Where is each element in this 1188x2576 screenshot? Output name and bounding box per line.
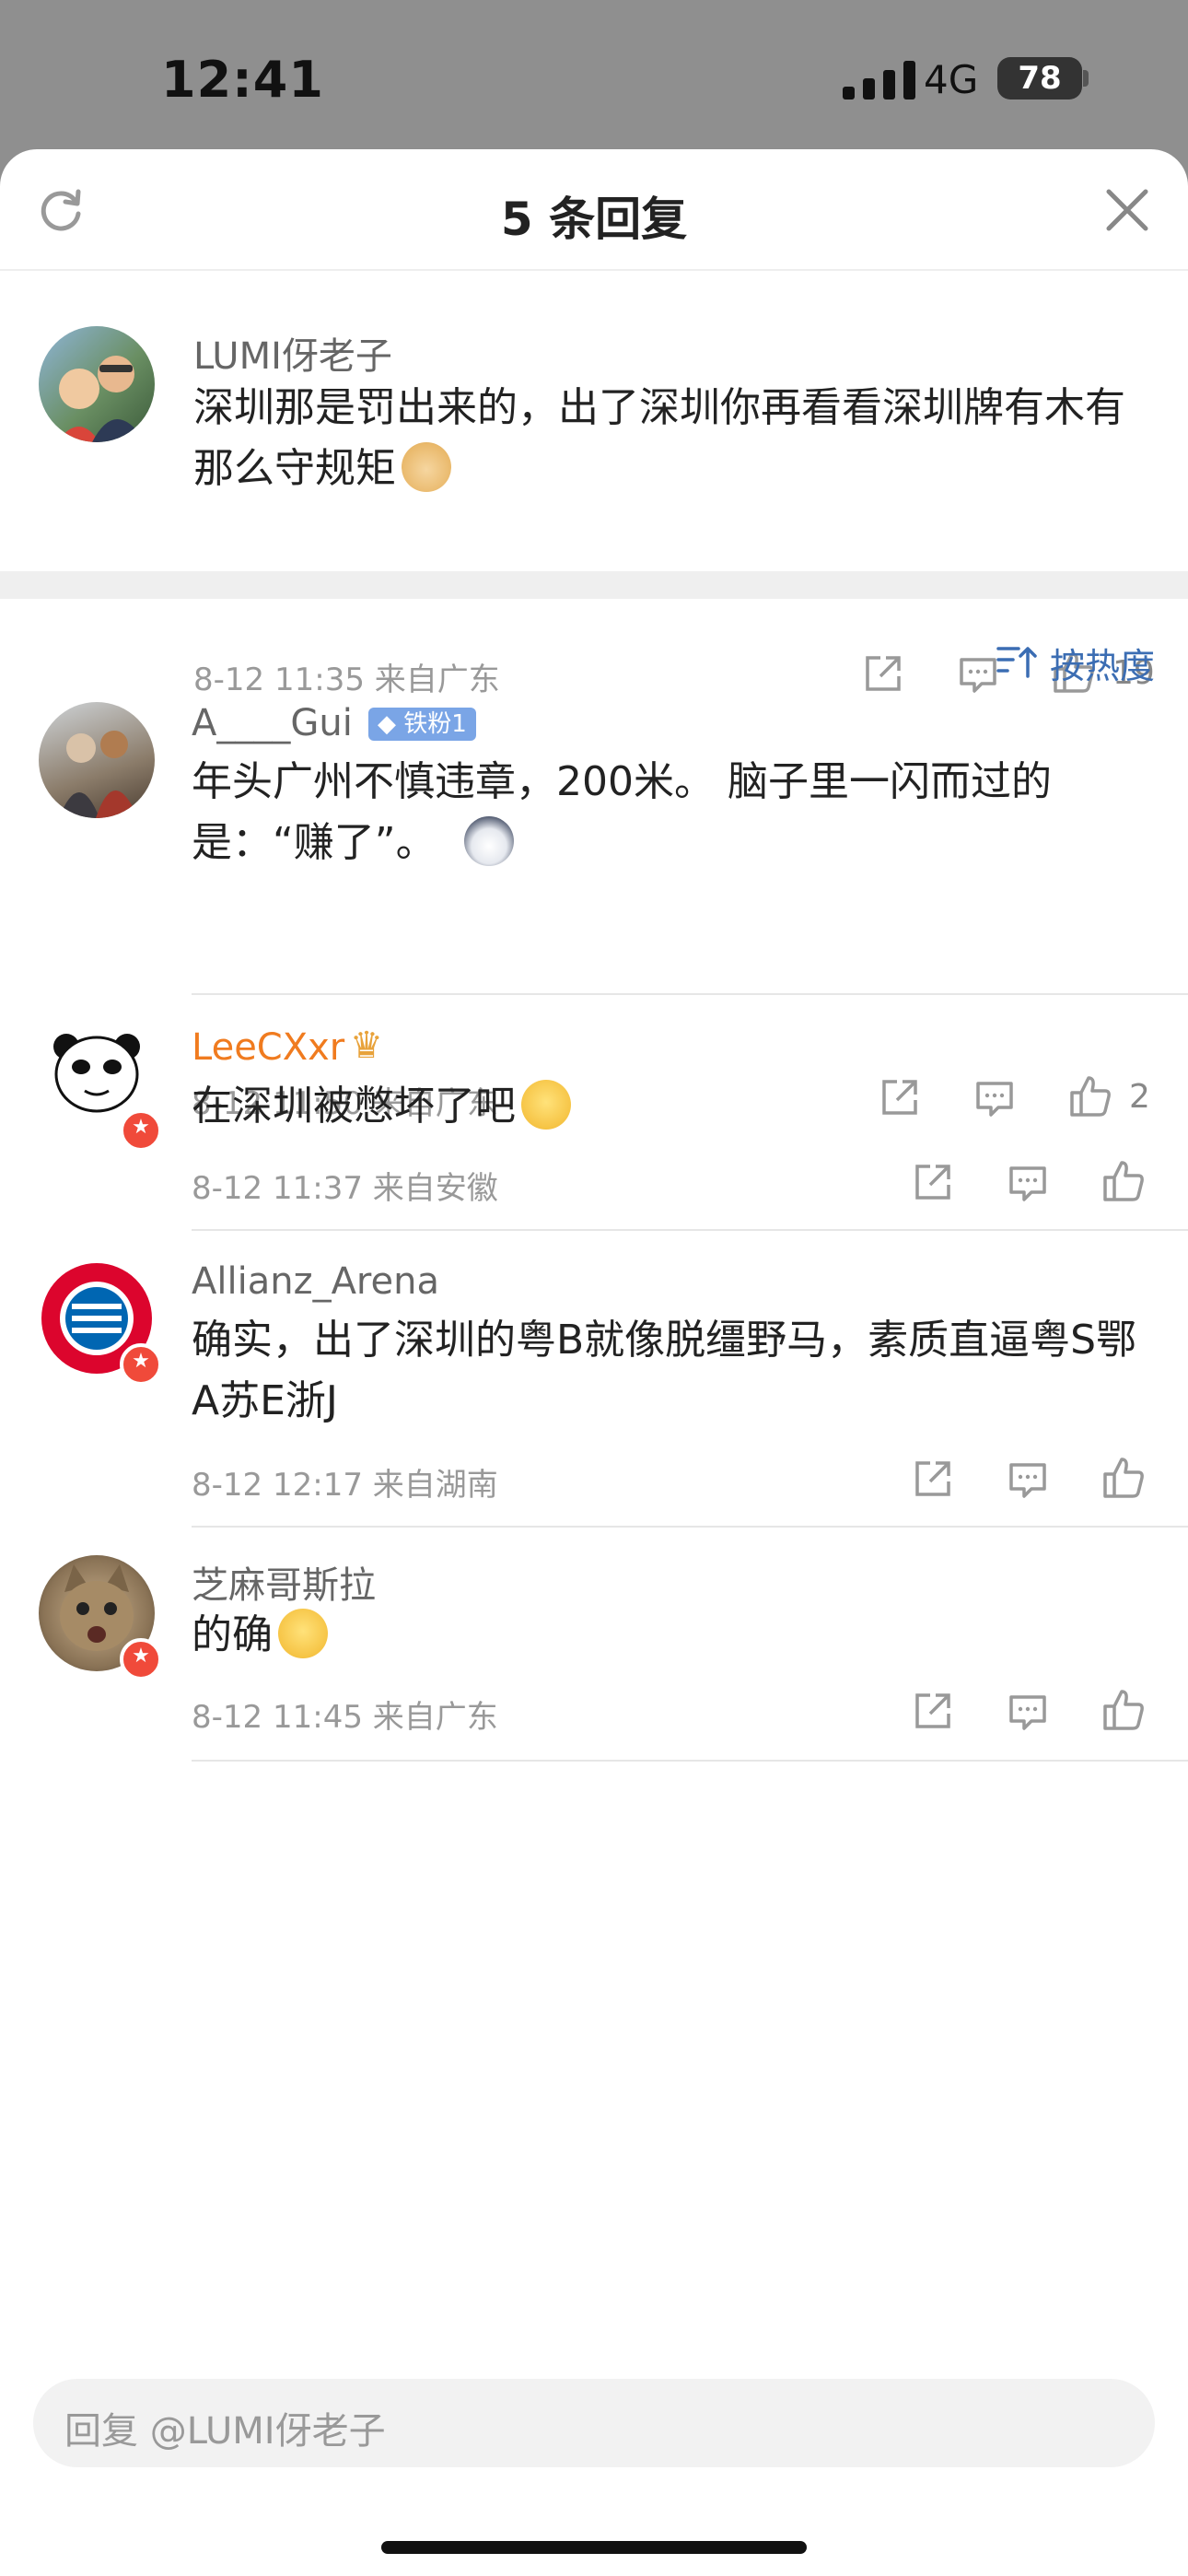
reply-item: LeeCXxr ♛ 在深圳被憋坏了吧 8-12 11:37 来自安徽 — [0, 995, 1188, 1230]
reply-content: 年头广州不慎违章，200米。 脑子里一闪而过的是：“赚了”。 — [192, 752, 1112, 873]
reply-username[interactable]: LeeCXxr — [192, 1026, 344, 1069]
share-icon[interactable] — [910, 1458, 954, 1502]
battery-cap — [1083, 70, 1089, 87]
comment-icon[interactable] — [1006, 1690, 1050, 1734]
crown-icon: ♛ — [350, 1025, 383, 1067]
sheet-header: 5 条回复 — [0, 149, 1188, 271]
like-icon[interactable] — [1101, 1456, 1146, 1500]
reply-content: 确实，出了深圳的粤B就像脱缰野马，素质直逼粤S鄂A苏E浙J — [192, 1317, 1137, 1424]
cellular-signal-icon — [843, 61, 915, 100]
comment-username[interactable]: LUMI伢老子 — [193, 326, 392, 380]
diamond-icon: ◆ — [378, 710, 396, 738]
reply-item: Allianz_Arena 确实，出了深圳的粤B就像脱缰野马，素质直逼粤S鄂A苏… — [0, 1231, 1188, 1526]
replies-sheet: 5 条回复 LUMI伢老子 深圳那是罚出来的，出了深圳你再看看深圳牌有木有那么守… — [0, 149, 1188, 2576]
reply-meta: 8-12 11:37 来自安徽 — [192, 1170, 498, 1207]
comment-content: 深圳那是罚出来的，出了深圳你再看看深圳牌有木有那么守规矩 — [193, 378, 1160, 499]
verified-badge-icon — [120, 1638, 162, 1680]
fan-level-badge: ◆ 铁粉1 — [368, 708, 476, 741]
like-icon[interactable] — [1101, 1159, 1146, 1203]
crying-laughing-emoji-icon — [278, 1609, 328, 1658]
reply-username[interactable]: A____Gui — [192, 702, 353, 744]
status-time: 12:41 — [161, 51, 324, 109]
avatar[interactable] — [39, 702, 155, 818]
reply-text: 在深圳被憋坏了吧 — [192, 1083, 516, 1130]
comment-icon[interactable] — [956, 652, 1000, 697]
reply-text: 的确 — [192, 1611, 273, 1658]
reply-content: 在深圳被憋坏了吧 — [192, 1076, 1159, 1137]
reply-username[interactable]: 芝麻哥斯拉 — [192, 1555, 376, 1609]
reply-text: 年头广州不慎违章，200米。 脑子里一闪而过的是：“赚了”。 — [192, 758, 1052, 866]
sheet-title: 5 条回复 — [500, 193, 688, 246]
avatar[interactable] — [39, 326, 155, 442]
fan-badge-text: 铁粉1 — [403, 710, 467, 738]
reply-content: 的确 — [192, 1605, 1159, 1666]
like-icon[interactable] — [1101, 1688, 1146, 1732]
comment-icon[interactable] — [1006, 1458, 1050, 1502]
battery-level: 78 — [1018, 60, 1062, 97]
husky-emoji-icon — [463, 816, 514, 866]
battery-icon: 78 — [997, 57, 1082, 100]
reply-item: 芝麻哥斯拉 的确 8-12 11:45 来自广东 — [0, 1528, 1188, 1763]
reply-username[interactable]: Allianz_Arena — [192, 1260, 439, 1303]
verified-badge-icon — [120, 1343, 162, 1386]
comment-meta: 8-12 11:35 来自广东 — [193, 662, 500, 698]
reply-input-placeholder: 回复 @LUMI伢老子 — [64, 2410, 386, 2453]
sort-icon — [996, 647, 1037, 678]
reply-meta: 8-12 12:17 来自湖南 — [192, 1467, 498, 1504]
network-type: 4G — [924, 57, 979, 102]
verified-badge-icon — [120, 1109, 162, 1152]
doge-emoji-icon — [402, 442, 451, 492]
divider — [192, 1760, 1188, 1762]
status-bar: 12:41 4G 78 — [0, 0, 1188, 152]
share-icon[interactable] — [910, 1690, 954, 1734]
avatar-photo — [59, 731, 138, 818]
share-icon[interactable] — [860, 652, 904, 697]
sort-label: 按热度 — [1050, 646, 1156, 686]
share-icon[interactable] — [910, 1161, 954, 1205]
section-gap — [0, 571, 1188, 599]
avatar-photo — [57, 356, 146, 442]
reply-input[interactable]: 回复 @LUMI伢老子 — [33, 2379, 1155, 2467]
comment-icon[interactable] — [1006, 1161, 1050, 1205]
home-indicator[interactable] — [381, 2541, 807, 2554]
reply-meta: 8-12 11:45 来自广东 — [192, 1699, 498, 1736]
comment-text: 深圳那是罚出来的，出了深圳你再看看深圳牌有木有那么守规矩 — [193, 384, 1125, 492]
laughing-emoji-icon — [521, 1080, 571, 1130]
close-icon[interactable] — [1101, 184, 1153, 236]
